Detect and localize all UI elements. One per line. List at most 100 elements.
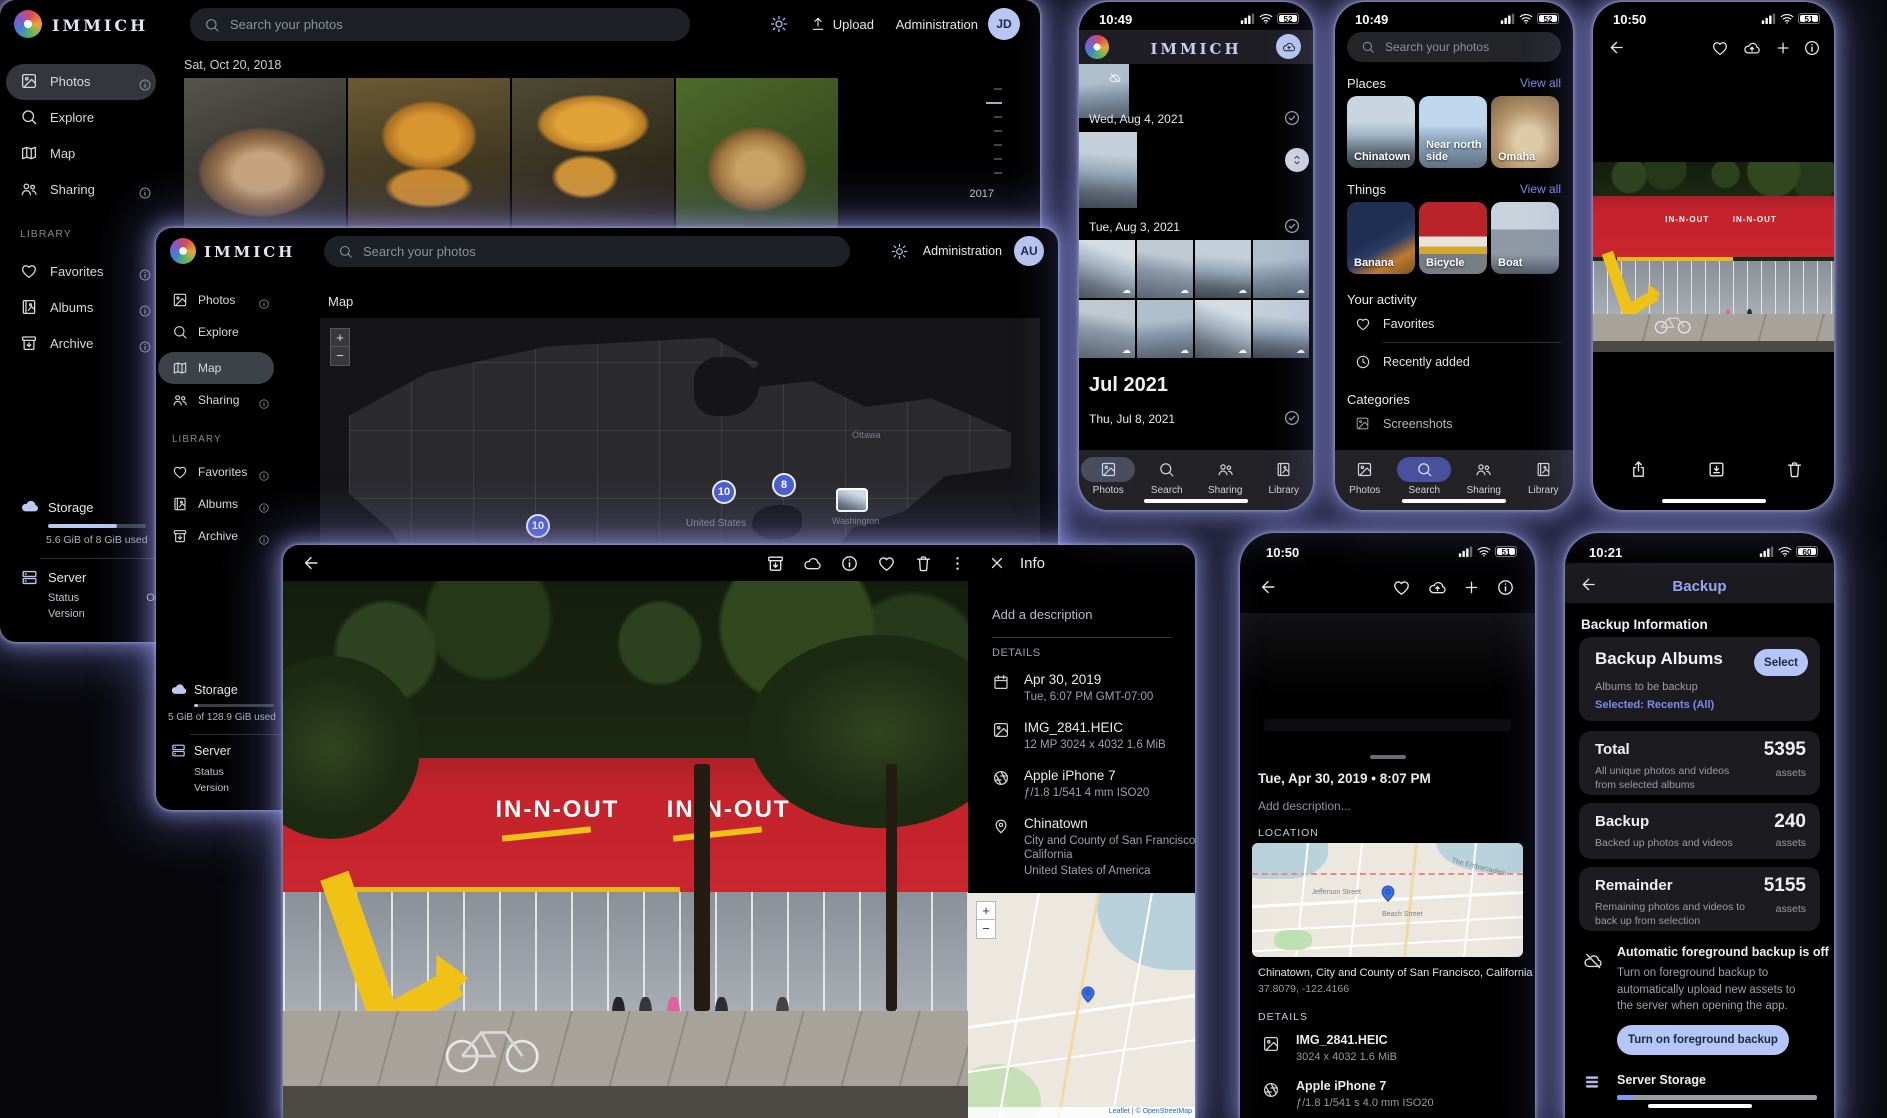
place-card[interactable]: Omaha	[1491, 96, 1559, 168]
sidebar-item-sharing[interactable]: Sharing	[172, 392, 239, 408]
theme-toggle-icon[interactable]	[770, 15, 788, 33]
photo-viewer[interactable]: IN-N-OUT IN-N-OUT	[283, 581, 968, 1118]
info-icon[interactable]	[258, 298, 270, 310]
trash-icon[interactable]	[1785, 460, 1804, 479]
sidebar-item-sharing[interactable]: Sharing	[20, 180, 95, 198]
trash-icon[interactable]	[914, 554, 933, 573]
tab-sharing[interactable]: Sharing	[1454, 457, 1514, 496]
map-cluster[interactable]: 8	[772, 473, 796, 497]
info-icon[interactable]	[258, 534, 270, 546]
place-card[interactable]: Near north side	[1419, 96, 1487, 168]
heart-icon[interactable]	[877, 554, 896, 573]
activity-favorites[interactable]: Favorites	[1383, 317, 1434, 331]
timeline-cursor[interactable]	[986, 102, 1002, 104]
info-icon[interactable]	[1496, 578, 1515, 597]
zoom-in-button[interactable]: +	[976, 901, 996, 920]
photo-tile[interactable]	[676, 78, 838, 230]
thing-card[interactable]: Banana	[1347, 202, 1415, 274]
timeline-scroll-thumb[interactable]	[1285, 148, 1309, 172]
photo-tile[interactable]	[1079, 240, 1135, 298]
turn-on-backup-button[interactable]: Turn on foreground backup	[1617, 1025, 1789, 1055]
sheet-drag-handle[interactable]	[1370, 755, 1406, 759]
sidebar-item-map[interactable]: Map	[172, 360, 221, 376]
photo-tile[interactable]	[1079, 64, 1129, 118]
tab-search[interactable]: Search	[1395, 457, 1455, 496]
sidebar-item-archive[interactable]: Archive	[20, 334, 93, 352]
info-icon[interactable]	[258, 470, 270, 482]
sidebar-item-map[interactable]: Map	[20, 144, 75, 162]
select-check-icon[interactable]	[1283, 217, 1301, 235]
info-icon[interactable]	[138, 78, 152, 92]
map-cluster[interactable]: 10	[712, 480, 736, 504]
photo-tile[interactable]	[184, 78, 346, 230]
info-icon[interactable]	[1803, 39, 1821, 57]
avatar[interactable]: JD	[988, 8, 1020, 40]
info-icon[interactable]	[138, 340, 152, 354]
avatar[interactable]: AU	[1014, 236, 1044, 266]
tab-library[interactable]: Library	[1514, 457, 1574, 496]
select-button[interactable]: Select	[1754, 649, 1808, 676]
zoom-out-button[interactable]: −	[330, 347, 350, 366]
sidebar-item-favorites[interactable]: Favorites	[172, 464, 247, 480]
info-icon[interactable]	[258, 398, 270, 410]
save-to-device-icon[interactable]	[1707, 460, 1726, 479]
sidebar-item-explore[interactable]: Explore	[172, 324, 239, 340]
info-icon[interactable]	[138, 186, 152, 200]
photo-viewer[interactable]: IN-N-OUT IN-N-OUT	[1593, 162, 1834, 352]
photo-tile[interactable]	[1195, 300, 1251, 358]
upload-button[interactable]: Upload	[833, 17, 874, 32]
place-card[interactable]: Chinatown	[1347, 96, 1415, 168]
sidebar-item-photos[interactable]: Photos	[172, 292, 235, 308]
photo-tile[interactable]	[1253, 240, 1309, 298]
photo-viewer-dark[interactable]	[1240, 613, 1535, 731]
thing-card[interactable]: Boat	[1491, 202, 1559, 274]
tab-photos[interactable]: Photos	[1335, 457, 1395, 496]
search-input[interactable]: Search your photos	[190, 8, 690, 41]
sidebar-item-photos[interactable]: Photos	[20, 72, 90, 90]
administration-link[interactable]: Administration	[896, 17, 978, 32]
search-input[interactable]: Search your photos	[1347, 32, 1561, 62]
administration-link[interactable]: Administration	[923, 244, 1002, 258]
select-check-icon[interactable]	[1283, 409, 1301, 427]
plus-icon[interactable]	[1774, 39, 1792, 57]
back-icon[interactable]	[301, 553, 321, 573]
photo-tile[interactable]	[512, 78, 674, 230]
more-options-icon[interactable]	[948, 554, 967, 573]
select-check-icon[interactable]	[1283, 109, 1301, 127]
cloud-upload-icon[interactable]	[1743, 39, 1761, 57]
category-item[interactable]: Screenshots	[1383, 417, 1452, 431]
film-strip[interactable]	[1264, 719, 1511, 731]
activity-recently-added[interactable]: Recently added	[1383, 355, 1470, 369]
description-input[interactable]: Add description...	[1258, 799, 1351, 813]
sidebar-item-favorites[interactable]: Favorites	[20, 262, 103, 280]
description-input[interactable]: Add a description	[992, 607, 1092, 622]
map-photo-marker[interactable]	[836, 488, 868, 512]
tab-photos[interactable]: Photos	[1079, 457, 1138, 496]
view-all-link[interactable]: View all	[1520, 182, 1561, 196]
map-zoom-control[interactable]: + −	[330, 328, 350, 366]
back-icon[interactable]	[1579, 575, 1598, 594]
cloud-upload-icon[interactable]	[1428, 578, 1447, 597]
info-icon[interactable]	[138, 268, 152, 282]
photo-tile[interactable]	[1079, 300, 1135, 358]
sidebar-item-albums[interactable]: Albums	[172, 496, 238, 512]
map-cluster[interactable]: 10	[526, 514, 550, 538]
location-map[interactable]: The Embarcadero Jefferson Street Beach S…	[1252, 843, 1523, 957]
theme-toggle-icon[interactable]	[891, 243, 908, 260]
heart-icon[interactable]	[1711, 39, 1729, 57]
thing-card[interactable]: Bicycle	[1419, 202, 1487, 274]
photo-tile[interactable]	[348, 78, 510, 230]
info-icon[interactable]	[840, 554, 859, 573]
sidebar-item-albums[interactable]: Albums	[20, 298, 93, 316]
info-icon[interactable]	[258, 502, 270, 514]
photo-tile[interactable]	[1195, 240, 1251, 298]
plus-icon[interactable]	[1462, 578, 1481, 597]
backup-avatar[interactable]	[1276, 34, 1301, 59]
zoom-out-button[interactable]: −	[976, 920, 996, 939]
back-icon[interactable]	[1258, 577, 1278, 597]
photo-tile[interactable]	[1137, 300, 1193, 358]
photo-tile[interactable]	[1253, 300, 1309, 358]
info-icon[interactable]	[138, 304, 152, 318]
close-icon[interactable]	[988, 554, 1006, 572]
sidebar-item-archive[interactable]: Archive	[172, 528, 238, 544]
